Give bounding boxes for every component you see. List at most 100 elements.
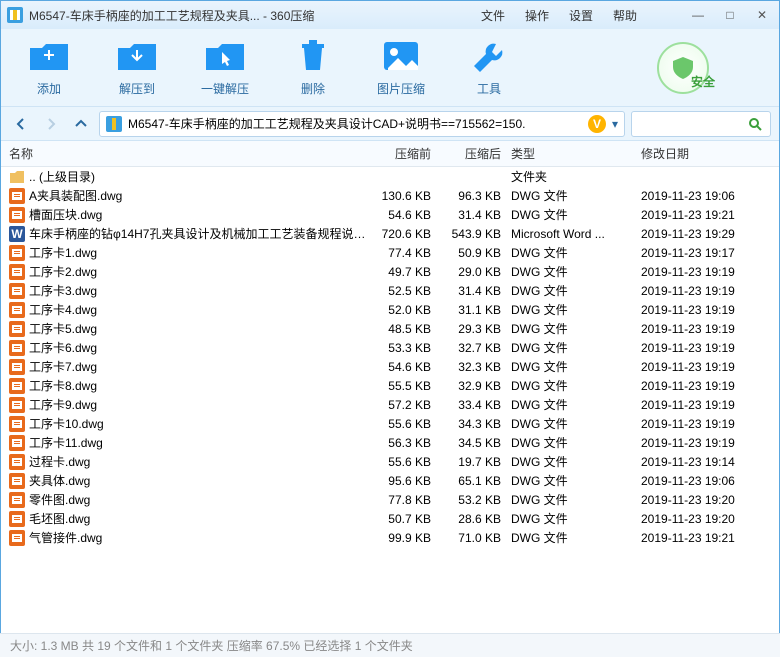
file-type: DWG 文件: [511, 472, 641, 489]
up-button[interactable]: [69, 112, 93, 136]
search-input[interactable]: [631, 111, 771, 137]
arrow-right-icon: [44, 117, 58, 131]
file-type: DWG 文件: [511, 263, 641, 280]
file-icon: [9, 473, 25, 489]
file-icon: [9, 359, 25, 375]
file-after: 50.9 KB: [441, 246, 511, 260]
file-type: DWG 文件: [511, 510, 641, 527]
add-label: 添加: [37, 80, 61, 97]
file-before: 720.6 KB: [371, 227, 441, 241]
file-type: DWG 文件: [511, 491, 641, 508]
oneclick-label: 一键解压: [201, 80, 249, 97]
file-row[interactable]: 工序卡5.dwg48.5 KB29.3 KBDWG 文件2019-11-23 1…: [1, 319, 779, 338]
file-before: 50.7 KB: [371, 512, 441, 526]
file-name: 工序卡9.dwg: [29, 396, 371, 413]
file-row[interactable]: 工序卡9.dwg57.2 KB33.4 KBDWG 文件2019-11-23 1…: [1, 395, 779, 414]
file-type: DWG 文件: [511, 301, 641, 318]
maximize-button[interactable]: □: [719, 6, 741, 24]
parent-dir-row[interactable]: .. (上级目录) 文件夹: [1, 167, 779, 186]
status-text: 大小: 1.3 MB 共 19 个文件和 1 个文件夹 压缩率 67.5% 已经…: [10, 637, 413, 654]
image-icon: [380, 38, 422, 74]
file-before: 55.5 KB: [371, 379, 441, 393]
file-row[interactable]: 工序卡10.dwg55.6 KB34.3 KBDWG 文件2019-11-23 …: [1, 414, 779, 433]
file-before: 48.5 KB: [371, 322, 441, 336]
file-type: DWG 文件: [511, 415, 641, 432]
extract-button[interactable]: 解压到: [107, 38, 167, 97]
file-row[interactable]: A夹具装配图.dwg130.6 KB96.3 KBDWG 文件2019-11-2…: [1, 186, 779, 205]
path-input[interactable]: M6547-车床手柄座的加工工艺规程及夹具设计CAD+说明书==715562=1…: [99, 111, 625, 137]
add-button[interactable]: 添加: [19, 38, 79, 97]
tools-button[interactable]: 工具: [459, 38, 519, 97]
file-date: 2019-11-23 19:19: [641, 303, 771, 317]
file-row[interactable]: 工序卡7.dwg54.6 KB32.3 KBDWG 文件2019-11-23 1…: [1, 357, 779, 376]
status-bar: 大小: 1.3 MB 共 19 个文件和 1 个文件夹 压缩率 67.5% 已经…: [0, 633, 780, 657]
app-icon: [7, 7, 23, 23]
file-row[interactable]: 气管接件.dwg99.9 KB71.0 KBDWG 文件2019-11-23 1…: [1, 528, 779, 547]
file-name: 工序卡4.dwg: [29, 301, 371, 318]
col-date[interactable]: 修改日期: [641, 145, 771, 162]
file-before: 55.6 KB: [371, 455, 441, 469]
file-date: 2019-11-23 19:19: [641, 379, 771, 393]
file-icon: [9, 416, 25, 432]
minimize-button[interactable]: ―: [687, 6, 709, 24]
file-row[interactable]: 槽面压块.dwg54.6 KB31.4 KBDWG 文件2019-11-23 1…: [1, 205, 779, 224]
file-date: 2019-11-23 19:20: [641, 493, 771, 507]
oneclick-button[interactable]: 一键解压: [195, 38, 255, 97]
file-after: 33.4 KB: [441, 398, 511, 412]
archive-icon: [106, 116, 122, 132]
col-after[interactable]: 压缩后: [441, 145, 511, 162]
file-after: 71.0 KB: [441, 531, 511, 545]
file-date: 2019-11-23 19:21: [641, 531, 771, 545]
search-icon: [748, 117, 762, 131]
file-before: 95.6 KB: [371, 474, 441, 488]
delete-button[interactable]: 删除: [283, 38, 343, 97]
file-row[interactable]: 零件图.dwg77.8 KB53.2 KBDWG 文件2019-11-23 19…: [1, 490, 779, 509]
file-before: 55.6 KB: [371, 417, 441, 431]
file-after: 19.7 KB: [441, 455, 511, 469]
file-row[interactable]: 工序卡6.dwg53.3 KB32.7 KBDWG 文件2019-11-23 1…: [1, 338, 779, 357]
file-row[interactable]: 毛坯图.dwg50.7 KB28.6 KBDWG 文件2019-11-23 19…: [1, 509, 779, 528]
menu-settings[interactable]: 设置: [569, 7, 593, 24]
file-icon: W: [9, 226, 25, 242]
file-icon: [9, 283, 25, 299]
col-type[interactable]: 类型: [511, 145, 641, 162]
chevron-down-icon[interactable]: ▾: [612, 117, 618, 131]
file-name: 工序卡7.dwg: [29, 358, 371, 375]
file-after: 31.4 KB: [441, 284, 511, 298]
file-row[interactable]: 工序卡2.dwg49.7 KB29.0 KBDWG 文件2019-11-23 1…: [1, 262, 779, 281]
file-icon: [9, 378, 25, 394]
file-type: DWG 文件: [511, 358, 641, 375]
delete-label: 删除: [301, 80, 325, 97]
file-row[interactable]: 工序卡1.dwg77.4 KB50.9 KBDWG 文件2019-11-23 1…: [1, 243, 779, 262]
file-row[interactable]: 工序卡8.dwg55.5 KB32.9 KBDWG 文件2019-11-23 1…: [1, 376, 779, 395]
file-before: 54.6 KB: [371, 208, 441, 222]
arrow-up-icon: [74, 117, 88, 131]
file-icon: [9, 530, 25, 546]
col-name[interactable]: 名称: [9, 145, 371, 162]
col-before[interactable]: 压缩前: [371, 145, 441, 162]
file-row[interactable]: 夹具体.dwg95.6 KB65.1 KBDWG 文件2019-11-23 19…: [1, 471, 779, 490]
path-text: M6547-车床手柄座的加工工艺规程及夹具设计CAD+说明书==715562=1…: [128, 115, 584, 132]
file-row[interactable]: 工序卡11.dwg56.3 KB34.5 KBDWG 文件2019-11-23 …: [1, 433, 779, 452]
imgcompress-button[interactable]: 图片压缩: [371, 38, 431, 97]
close-button[interactable]: ✕: [751, 6, 773, 24]
forward-button[interactable]: [39, 112, 63, 136]
wrench-icon: [468, 38, 510, 74]
file-row[interactable]: 工序卡3.dwg52.5 KB31.4 KBDWG 文件2019-11-23 1…: [1, 281, 779, 300]
file-row[interactable]: 工序卡4.dwg52.0 KB31.1 KBDWG 文件2019-11-23 1…: [1, 300, 779, 319]
file-type: Microsoft Word ...: [511, 227, 641, 241]
menu-operate[interactable]: 操作: [525, 7, 549, 24]
file-icon: [9, 264, 25, 280]
menu-file[interactable]: 文件: [481, 7, 505, 24]
file-icon: [9, 397, 25, 413]
file-row[interactable]: 过程卡.dwg55.6 KB19.7 KBDWG 文件2019-11-23 19…: [1, 452, 779, 471]
column-header[interactable]: 名称 压缩前 压缩后 类型 修改日期: [1, 141, 779, 167]
back-button[interactable]: [9, 112, 33, 136]
file-name: 零件图.dwg: [29, 491, 371, 508]
arrow-left-icon: [14, 117, 28, 131]
file-row[interactable]: W车床手柄座的钻φ14H7孔夹具设计及机械加工工艺装备规程说明…720.6 KB…: [1, 224, 779, 243]
menu-help[interactable]: 帮助: [613, 7, 637, 24]
safe-badge[interactable]: [657, 42, 709, 94]
file-before: 99.9 KB: [371, 531, 441, 545]
file-date: 2019-11-23 19:19: [641, 265, 771, 279]
